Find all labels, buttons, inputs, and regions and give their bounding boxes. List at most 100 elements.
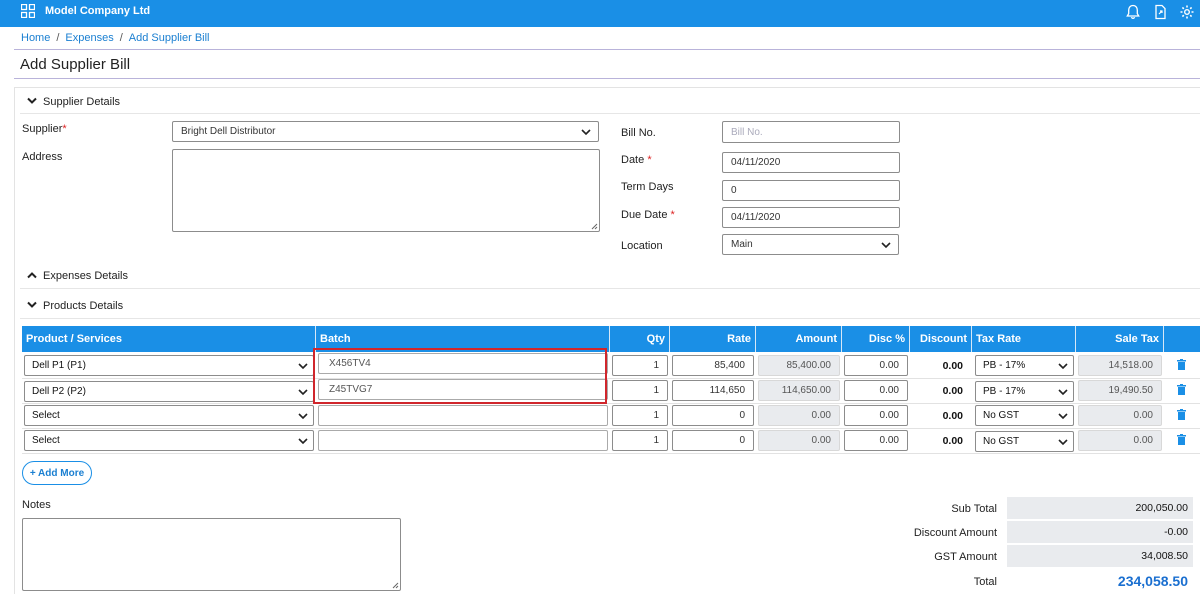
breadcrumb-current[interactable]: Add Supplier Bill <box>129 32 210 44</box>
address-textarea[interactable] <box>172 149 600 232</box>
page-title: Add Supplier Bill <box>20 56 131 73</box>
disc-pct-input[interactable]: 0.00 <box>844 355 908 376</box>
trash-icon[interactable] <box>1177 359 1186 370</box>
trash-icon[interactable] <box>1177 384 1186 395</box>
product-value: Dell P1 (P1) <box>32 360 86 371</box>
col-discount: Discount <box>910 326 972 352</box>
notes-label: Notes <box>22 499 51 511</box>
chevron-down-icon <box>1058 362 1068 369</box>
breadcrumb-expenses[interactable]: Expenses <box>65 32 113 44</box>
location-label: Location <box>621 240 663 252</box>
tax-rate-select[interactable]: PB - 17% <box>975 381 1074 402</box>
supplier-label-text: Supplier <box>22 123 63 135</box>
sale-tax-field: 19,490.50 <box>1078 380 1162 401</box>
amount-value: 0.00 <box>811 410 831 421</box>
supplier-select[interactable]: Bright Dell Distributor <box>172 121 599 142</box>
disc-pct-input[interactable]: 0.00 <box>844 380 908 401</box>
chevron-down-icon <box>298 388 308 395</box>
section-expenses-details[interactable]: Expenses Details <box>27 270 128 282</box>
tax-rate-value: No GST <box>983 410 1020 421</box>
product-select[interactable]: Dell P1 (P1) <box>24 355 314 376</box>
due-date-input[interactable]: 04/11/2020 <box>722 207 900 228</box>
qty-input[interactable]: 1 <box>612 355 668 376</box>
term-days-label: Term Days <box>621 181 674 193</box>
row-divider <box>22 378 1200 379</box>
date-input[interactable]: 04/11/2020 <box>722 152 900 173</box>
tax-rate-select[interactable]: No GST <box>975 405 1074 426</box>
date-label: Date * <box>621 154 652 166</box>
products-table-header: Product / Services Batch Qty Rate Amount… <box>22 326 1200 352</box>
batch-input[interactable] <box>318 430 608 451</box>
qty-input[interactable]: 1 <box>612 430 668 451</box>
sub-total-label: Sub Total <box>951 503 997 515</box>
section-supplier-details[interactable]: Supplier Details <box>27 96 120 108</box>
tax-rate-select[interactable]: PB - 17% <box>975 355 1074 376</box>
qty-value: 1 <box>653 360 659 371</box>
qty-input[interactable]: 1 <box>612 380 668 401</box>
breadcrumb-home[interactable]: Home <box>21 32 50 44</box>
chevron-down-icon <box>1058 412 1068 419</box>
tax-rate-select[interactable]: No GST <box>975 431 1074 452</box>
rate-input[interactable]: 0 <box>672 430 754 451</box>
chevron-down-icon <box>27 301 37 308</box>
qty-input[interactable]: 1 <box>612 405 668 426</box>
disc-pct-value: 0.00 <box>879 410 899 421</box>
gst-amount-value: 34,008.50 <box>1007 545 1193 567</box>
rate-input[interactable]: 114,650 <box>672 380 754 401</box>
disc-pct-value: 0.00 <box>879 385 899 396</box>
product-value: Select <box>32 435 60 446</box>
batch-input[interactable] <box>318 405 608 426</box>
product-select[interactable]: Dell P2 (P2) <box>24 381 314 402</box>
disc-pct-input[interactable]: 0.00 <box>844 405 908 426</box>
rate-value: 0 <box>739 410 745 421</box>
batch-input[interactable]: X456TV4 <box>318 353 608 374</box>
chevron-up-icon <box>27 272 37 279</box>
batch-value: X456TV4 <box>329 358 371 369</box>
product-select[interactable]: Select <box>24 405 314 426</box>
bell-icon[interactable] <box>1125 4 1141 20</box>
supplier-value: Bright Dell Distributor <box>181 126 276 137</box>
rate-value: 0 <box>739 435 745 446</box>
product-select[interactable]: Select <box>24 430 314 451</box>
location-value: Main <box>731 239 753 250</box>
trash-icon[interactable] <box>1177 434 1186 445</box>
file-export-icon[interactable] <box>1153 4 1169 20</box>
rate-input[interactable]: 85,400 <box>672 355 754 376</box>
section-title: Products Details <box>43 300 124 312</box>
tax-rate-value: No GST <box>983 436 1020 447</box>
col-product: Product / Services <box>22 326 316 352</box>
sale-tax-value: 0.00 <box>1133 410 1153 421</box>
col-batch: Batch <box>316 326 610 352</box>
term-days-input[interactable]: 0 <box>722 180 900 201</box>
resize-grip-icon[interactable] <box>392 582 399 589</box>
add-more-button[interactable]: + Add More <box>22 461 92 485</box>
top-bar: Model Company Ltd <box>0 0 1200 27</box>
gear-icon[interactable] <box>1179 4 1195 20</box>
breadcrumb-separator: / <box>119 32 123 44</box>
supplier-label: Supplier* <box>22 123 67 135</box>
col-qty: Qty <box>610 326 670 352</box>
discount-amount-label: Discount Amount <box>913 527 997 539</box>
amount-value: 114,650.00 <box>781 385 831 396</box>
amount-field: 0.00 <box>758 405 840 426</box>
col-amount: Amount <box>756 326 842 352</box>
notes-textarea[interactable] <box>22 518 401 591</box>
col-actions <box>1164 326 1200 352</box>
required-mark: * <box>62 123 67 135</box>
date-value: 04/11/2020 <box>731 157 781 168</box>
location-select[interactable]: Main <box>722 234 899 255</box>
sale-tax-value: 14,518.00 <box>1108 360 1154 371</box>
required-mark: * <box>670 209 675 221</box>
section-title: Expenses Details <box>43 270 128 282</box>
disc-pct-input[interactable]: 0.00 <box>844 430 908 451</box>
bill-no-input[interactable]: Bill No. <box>722 121 900 143</box>
trash-icon[interactable] <box>1177 409 1186 420</box>
batch-input[interactable]: Z45TVG7 <box>318 379 608 400</box>
section-products-details[interactable]: Products Details <box>27 300 123 312</box>
date-label-text: Date <box>621 154 645 166</box>
amount-field: 85,400.00 <box>758 355 840 376</box>
apps-grid-icon[interactable] <box>21 4 35 18</box>
product-value: Dell P2 (P2) <box>32 386 86 397</box>
rate-input[interactable]: 0 <box>672 405 754 426</box>
resize-grip-icon[interactable] <box>591 223 598 230</box>
